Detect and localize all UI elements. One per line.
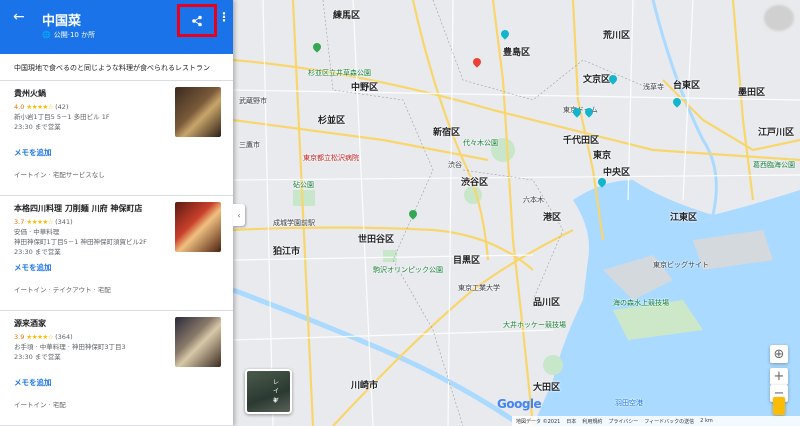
map-label: 練馬区: [333, 11, 361, 21]
map-label: 品川区: [533, 298, 561, 308]
map-label: 渋谷: [448, 161, 462, 169]
map-label: 羽田空港: [615, 399, 643, 407]
map-label: 荒川区: [603, 31, 631, 41]
globe-icon: 🌐: [42, 31, 51, 39]
map-label: 中野区: [351, 83, 379, 93]
stars-icon: ★★★★☆: [26, 103, 54, 111]
place-services: イートイン · 宅配: [14, 401, 66, 409]
map-label: 大田区: [533, 383, 561, 393]
crosshair-icon: ⊕: [773, 346, 785, 362]
collapse-panel-button[interactable]: ‹: [233, 204, 245, 226]
stars-icon: ★★★★☆: [26, 333, 54, 341]
map-label: 世田谷区: [358, 235, 395, 245]
map-label: 目黒区: [453, 256, 481, 266]
map-label: 杉並区立井草森公園: [308, 69, 371, 77]
map-label: 東京都立松沢病院: [303, 154, 359, 162]
map-label: 墨田区: [738, 88, 766, 98]
map-label: 砧公園: [293, 181, 314, 189]
more-vert-icon[interactable]: ⋮: [218, 10, 230, 24]
map-label: 代々木公園: [463, 139, 498, 147]
map-scale[interactable]: 2 km: [700, 418, 713, 424]
map-label: 成城学園前駅: [273, 219, 315, 227]
google-logo: Google: [497, 397, 542, 411]
map-roads: [233, 0, 800, 426]
list-subtitle: 🌐 公開·10 か所: [42, 31, 96, 39]
map-label: 渋谷区: [461, 178, 489, 188]
my-location-button[interactable]: ⊕: [770, 345, 788, 363]
map-label: 港区: [543, 213, 562, 223]
place-card[interactable]: 貴州火鍋 4.0 ★★★★☆ (42) 新小岩1丁目5 5－1 多田ビル 1F …: [0, 81, 233, 196]
map-label: 武蔵野市: [239, 97, 267, 105]
zoom-in-button[interactable]: +: [770, 368, 788, 385]
map-label: 江戸川区: [758, 128, 795, 138]
chevron-left-icon: ‹: [237, 210, 241, 220]
map-label: 豊島区: [503, 48, 531, 58]
map-label: 新宿区: [433, 128, 461, 138]
map-label: 狛江市: [273, 247, 301, 257]
map-label: 海の森水上競技場: [613, 299, 669, 307]
place-card[interactable]: 源来酒家 3.9 ★★★★☆ (364) お手頃 · 中華料理 · 神田神保町3…: [0, 311, 233, 426]
map-footer: 地図データ ©2021 日本 利用規約 プライバシー フィードバックの送信 2 …: [512, 416, 800, 426]
map-label: 三鷹市: [239, 141, 260, 149]
account-avatar[interactable]: [764, 5, 794, 31]
back-button[interactable]: ←: [13, 9, 25, 25]
add-memo-link[interactable]: メモを追加: [14, 262, 52, 273]
share-button[interactable]: [177, 4, 217, 37]
place-services: イートイン · 宅配サービスなし: [14, 171, 105, 179]
map-label: 大井ホッケー競技場: [503, 321, 566, 329]
map-label: 駒沢オリンピック公園: [373, 266, 443, 274]
place-photo[interactable]: [175, 87, 221, 137]
map-label: 台東区: [673, 81, 701, 91]
map-label: 杉並区: [318, 116, 346, 126]
arrow-left-icon: ←: [13, 9, 25, 25]
plus-icon: +: [773, 369, 785, 384]
map-label: 東京ビッグサイト: [653, 261, 709, 269]
layers-button[interactable]: ◈ レイヤ: [245, 369, 292, 414]
add-memo-link[interactable]: メモを追加: [14, 147, 52, 158]
map-label: 中央区: [603, 168, 631, 178]
map-label: 葛西臨海公園: [753, 161, 795, 169]
map-label: 川崎市: [351, 381, 379, 391]
stars-icon: ★★★★☆: [26, 218, 54, 226]
map-label: 浅草寺: [643, 83, 664, 91]
place-services: イートイン · テイクアウト · 宅配: [14, 286, 111, 294]
list-header: ← 中国菜 🌐 公開·10 か所 ⋮: [0, 0, 233, 54]
place-photo[interactable]: [175, 202, 221, 252]
map-label: 江東区: [670, 213, 698, 223]
pegman-icon[interactable]: [773, 397, 785, 415]
map-label: 千代田区: [563, 136, 600, 146]
map-canvas[interactable]: 練馬区 中野区 杉並区 新宿区 千代田区 東京 中央区 港区 世田谷区 目黒区 …: [233, 0, 800, 426]
place-card[interactable]: 本格四川料理 刀削麺 川府 神保町店 3.7 ★★★★☆ (341) 安価 · …: [0, 196, 233, 311]
map-label: 東京: [593, 151, 612, 161]
map-label: 六本木: [523, 196, 544, 204]
place-photo[interactable]: [175, 317, 221, 367]
list-title: 中国菜: [42, 14, 82, 29]
add-memo-link[interactable]: メモを追加: [14, 377, 52, 388]
share-icon: [192, 15, 202, 26]
list-panel: ← 中国菜 🌐 公開·10 か所 ⋮ 中国現地で食べるのと同じような料理が食べら…: [0, 0, 233, 426]
map-label: 文京区: [583, 75, 611, 85]
list-description: 中国現地で食べるのと同じような料理が食べられるレストラン: [0, 54, 233, 81]
map-label: 東京工業大学: [458, 284, 500, 292]
